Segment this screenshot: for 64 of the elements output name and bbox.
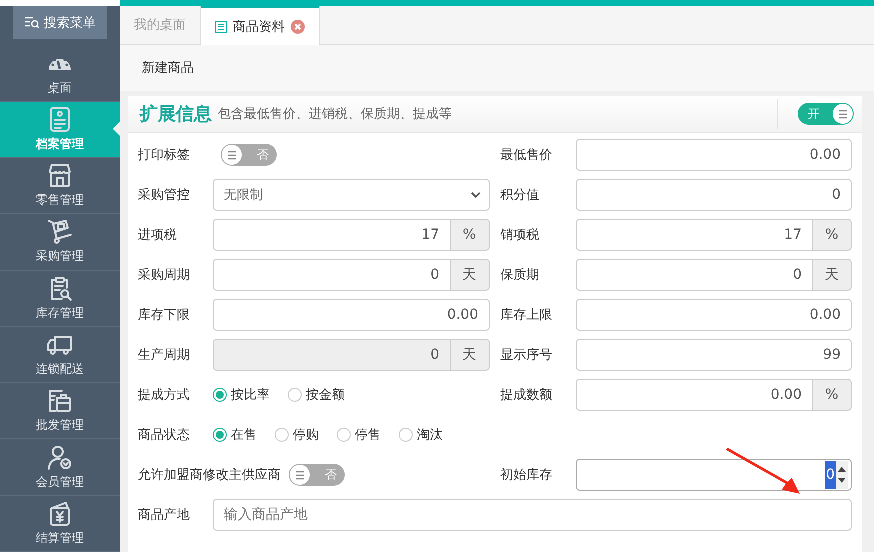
- section-subtitle: 包含最低售价、进销税、保质期、提成等: [218, 106, 453, 123]
- field-label: 初始库存: [500, 467, 554, 484]
- radio-button[interactable]: [275, 428, 289, 442]
- input-field[interactable]: 0.00: [576, 299, 852, 331]
- select-field[interactable]: 无限制: [213, 179, 490, 211]
- radio-button[interactable]: [399, 428, 413, 442]
- user-check-icon: [46, 444, 74, 471]
- input-field[interactable]: 17: [576, 219, 813, 251]
- tab[interactable]: 商品资料: [201, 6, 320, 45]
- field-label: 进项税: [138, 227, 178, 244]
- input-field[interactable]: 输入商品产地: [213, 499, 852, 531]
- input-field[interactable]: 17: [213, 219, 450, 251]
- field-label: 销项税: [500, 227, 540, 244]
- field-label: 最低售价: [500, 147, 554, 164]
- search-list-icon: [24, 16, 40, 30]
- input-field[interactable]: 0: [576, 179, 852, 211]
- unit-addon: 天: [450, 339, 490, 371]
- new-product-button[interactable]: 新建商品: [132, 53, 204, 83]
- field-label: 积分值: [500, 187, 540, 204]
- menu-lines-icon: [838, 110, 848, 118]
- field-label: 采购管控: [138, 187, 191, 204]
- input-field[interactable]: 0.00: [576, 139, 852, 171]
- close-icon[interactable]: [291, 20, 305, 34]
- field-label: 提成数额: [500, 387, 554, 404]
- radio-button[interactable]: [213, 428, 227, 442]
- field-label: 商品状态: [138, 427, 191, 444]
- list-icon: [215, 20, 227, 32]
- radio-option[interactable]: 按比率: [213, 386, 278, 404]
- radio-option[interactable]: 淘汰: [399, 426, 451, 444]
- unit-addon: %: [813, 379, 852, 411]
- cart-icon: [46, 218, 74, 246]
- field-label: 商品产地: [138, 507, 191, 524]
- field-label: 库存下限: [138, 307, 191, 324]
- field-label: 显示序号: [500, 347, 554, 364]
- field-label: 生产周期: [138, 347, 191, 364]
- radio-option[interactable]: 停购: [275, 426, 327, 444]
- radio-option[interactable]: 在售: [213, 426, 265, 444]
- radio-button[interactable]: [337, 428, 351, 442]
- field-label: 提成方式: [138, 387, 191, 404]
- input-field[interactable]: 0: [213, 259, 450, 291]
- chevron-down-icon: [470, 192, 480, 198]
- field-label: 允许加盟商修改主供应商: [138, 467, 281, 484]
- input-field[interactable]: 99: [576, 339, 852, 371]
- field-label: 保质期: [500, 267, 540, 284]
- section-title: 扩展信息: [140, 103, 212, 126]
- radio-option[interactable]: 停售: [337, 426, 389, 444]
- menu-lines-icon: [227, 150, 237, 160]
- input-field[interactable]: 0.00: [213, 299, 490, 331]
- menu-lines-icon: [295, 470, 305, 480]
- radio-button[interactable]: [213, 388, 227, 402]
- field-label: 打印标签: [138, 147, 191, 164]
- unit-addon: 天: [450, 259, 490, 291]
- unit-addon: %: [813, 219, 852, 251]
- radio-button[interactable]: [288, 388, 302, 402]
- field-label: 库存上限: [500, 307, 554, 324]
- radio-option[interactable]: 按金额: [288, 386, 353, 404]
- input-field[interactable]: 0: [576, 259, 813, 291]
- store-icon: [46, 162, 74, 190]
- field-label: 采购周期: [138, 267, 191, 284]
- input-field[interactable]: 0.00: [576, 379, 813, 411]
- search-menu-button[interactable]: 搜索菜单: [13, 6, 107, 40]
- unit-addon: %: [450, 219, 490, 251]
- unit-addon: 天: [813, 259, 852, 291]
- briefcase-icon: [46, 387, 74, 414]
